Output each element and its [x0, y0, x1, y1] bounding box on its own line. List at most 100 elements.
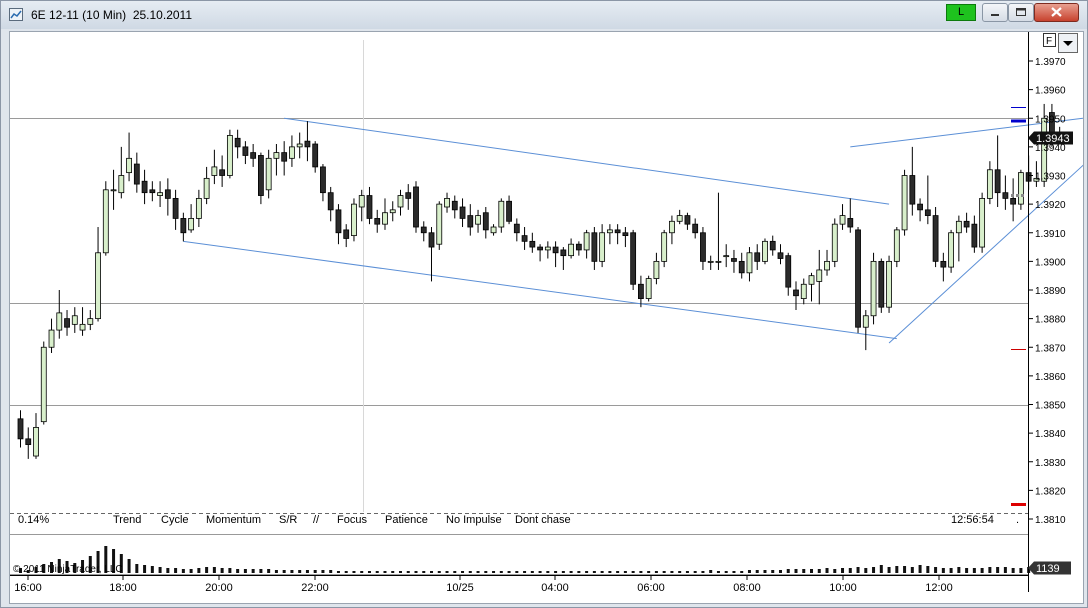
- candle: [537, 244, 543, 262]
- bull-candle-body: [862, 315, 869, 328]
- candle: [250, 144, 257, 167]
- candle: [188, 204, 195, 233]
- bear-candle-body: [250, 152, 257, 159]
- title-bar[interactable]: 6E 12-11 (10 Min) 25.10.2011 L: [1, 1, 1087, 29]
- volume-bar: [569, 571, 573, 573]
- bear-candle-body: [1002, 192, 1009, 199]
- volume-bar: [755, 570, 759, 573]
- volume-bar: [887, 567, 891, 573]
- volume-bar: [220, 568, 224, 573]
- volume-bar: [848, 568, 852, 573]
- bear-candle-body: [940, 260, 947, 268]
- bear-candle-body: [878, 260, 885, 308]
- minimize-button[interactable]: [982, 3, 1008, 22]
- volume-bar: [391, 571, 395, 573]
- candle: [211, 149, 218, 185]
- link-button[interactable]: L: [946, 4, 976, 21]
- candle: [793, 281, 799, 311]
- volume-bar: [910, 567, 914, 573]
- checklist-item: //: [313, 514, 320, 526]
- volume-bar: [259, 569, 263, 573]
- time-tick-label: 18:00: [109, 582, 137, 594]
- bull-candle-body: [33, 426, 39, 457]
- bull-candle-body: [188, 218, 195, 231]
- bull-candle-body: [723, 255, 730, 258]
- volume-bar: [639, 571, 643, 573]
- bear-candle-body: [529, 240, 536, 248]
- scroll-dropdown-button[interactable]: [1058, 33, 1078, 53]
- candle: [638, 275, 644, 308]
- bull-candle-body: [831, 223, 838, 262]
- price-tick-label: 1.3840: [1035, 429, 1066, 440]
- candle: [382, 198, 388, 230]
- volume-bar: [747, 570, 751, 573]
- price-axis[interactable]: 1.39701.39601.39501.39401.39301.39201.39…: [1028, 32, 1066, 592]
- bear-candle-body: [413, 186, 419, 228]
- candle: [1017, 169, 1024, 210]
- bear-candle-body: [513, 223, 520, 234]
- bull-candle-body: [382, 212, 388, 225]
- bull-candle-body: [296, 143, 303, 148]
- volume-bar: [833, 569, 837, 573]
- volume-bar: [468, 571, 472, 573]
- candle: [777, 244, 784, 265]
- volume-bar: [437, 571, 441, 573]
- bull-candle-body: [56, 312, 63, 331]
- candle: [924, 175, 931, 225]
- bear-candle-body: [754, 252, 761, 262]
- candle: [467, 204, 474, 236]
- price-chart[interactable]: 1.39701.39601.39501.39401.39301.39201.39…: [10, 32, 1083, 603]
- candle: [273, 144, 280, 176]
- candle: [48, 318, 55, 353]
- chart-panel[interactable]: 1.3970 1.3960 1.3950 1.3940 1.3930 1.3920 1.39…: [9, 31, 1084, 604]
- candle: [490, 224, 497, 236]
- bear-candle-body: [234, 137, 241, 148]
- bear-candle-body: [219, 169, 226, 176]
- checklist-item: Dont chase: [515, 514, 571, 526]
- last-volume-marker: 1139: [1028, 561, 1071, 575]
- bull-candle-body: [808, 275, 815, 285]
- bull-candle-body: [79, 323, 86, 331]
- candle: [164, 178, 171, 216]
- time-tick-label: 08:00: [733, 582, 761, 594]
- candle: [40, 341, 47, 425]
- candle: [327, 186, 334, 222]
- candle: [312, 141, 319, 173]
- bull-candle-body: [102, 189, 109, 254]
- bull-candle-body: [211, 166, 218, 176]
- bear-candle-body: [917, 203, 923, 211]
- candle: [630, 229, 637, 290]
- candle: [195, 189, 202, 228]
- candle: [754, 244, 761, 270]
- volume-bar: [181, 569, 185, 573]
- close-button[interactable]: [1034, 3, 1079, 22]
- bear-candle-body: [428, 232, 435, 248]
- time-tick-label: 04:00: [541, 582, 569, 594]
- maximize-button[interactable]: [1008, 3, 1034, 22]
- bear-candle-body: [312, 143, 319, 168]
- bull-candle-body: [358, 195, 365, 208]
- candle: [731, 249, 737, 273]
- f-button[interactable]: F: [1043, 33, 1056, 48]
- time-axis[interactable]: 16:00 18:00 20:00 22:00 10/25 04:00 06:00 08:00…: [10, 575, 1028, 594]
- candle: [870, 252, 877, 325]
- candle: [878, 258, 885, 313]
- volume-bar: [856, 567, 860, 573]
- bull-candle-body: [1017, 172, 1024, 205]
- candle: [839, 204, 846, 230]
- volume-bar: [825, 568, 829, 573]
- bear-candle-body: [1010, 197, 1017, 205]
- checklist-item: Cycle: [161, 514, 189, 526]
- checklist-item: Trend: [113, 514, 141, 526]
- volume-bar: [709, 570, 713, 573]
- checklist-item: No Impulse: [446, 514, 502, 526]
- candle: [366, 186, 373, 225]
- volume-bar: [189, 569, 193, 573]
- candle: [785, 252, 792, 296]
- bear-candle-body: [924, 209, 931, 216]
- bear-candle-body: [692, 223, 699, 234]
- time-tick-label: 06:00: [637, 582, 665, 594]
- bear-candle-body: [172, 197, 179, 219]
- time-readout-dot: .: [1016, 514, 1019, 526]
- bull-candle-body: [986, 169, 993, 199]
